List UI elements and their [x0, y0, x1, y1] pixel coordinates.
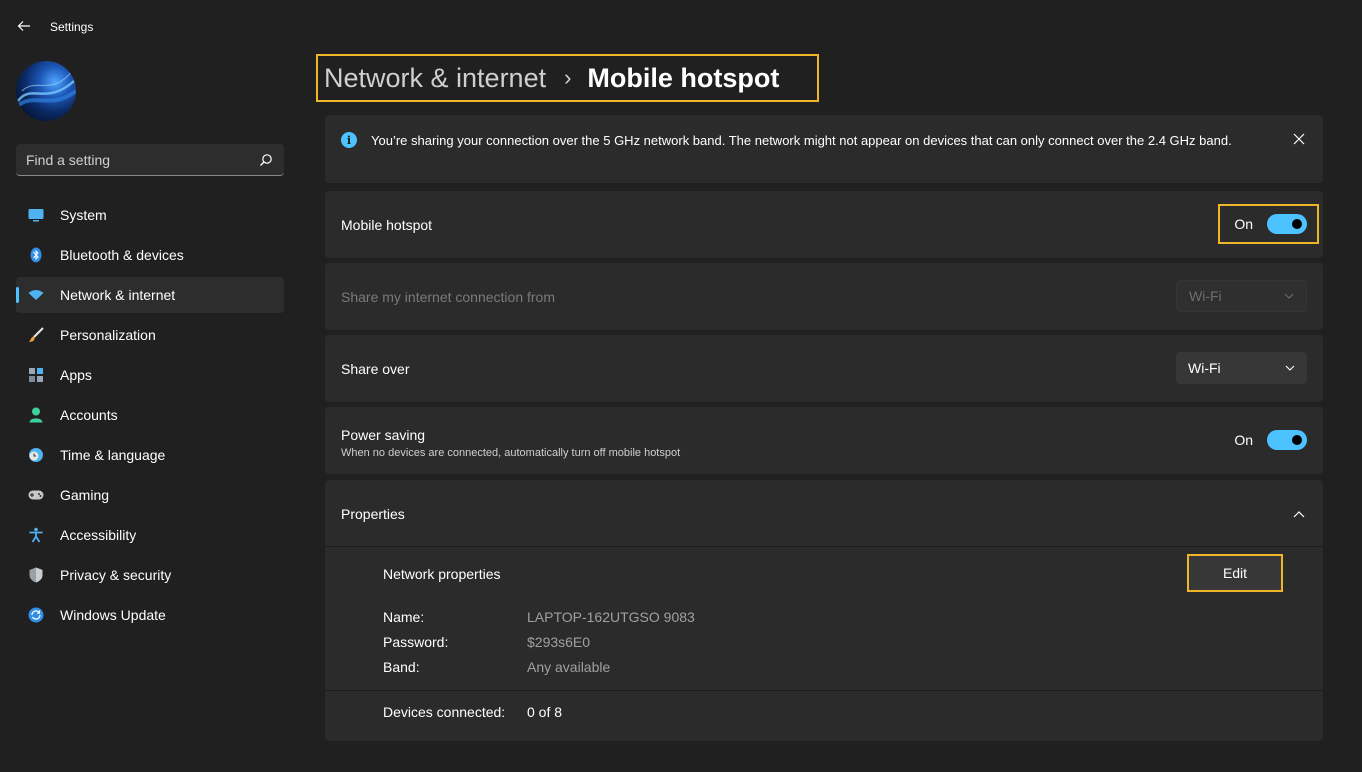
sidebar-item-accounts[interactable]: Accounts: [16, 397, 284, 433]
sidebar-item-label: Network & internet: [60, 287, 176, 303]
divider: [325, 690, 1323, 691]
sidebar-item-network[interactable]: Network & internet: [16, 277, 284, 313]
share-over-dropdown[interactable]: Wi-Fi: [1176, 352, 1307, 384]
mobile-hotspot-label: Mobile hotspot: [341, 217, 433, 233]
name-key: Name:: [383, 609, 425, 625]
close-icon[interactable]: [1291, 131, 1307, 147]
search-icon[interactable]: [258, 152, 274, 168]
dropdown-value: Wi-Fi: [1188, 360, 1221, 376]
avatar[interactable]: [16, 61, 76, 121]
sidebar-item-label: Apps: [60, 367, 92, 383]
update-icon: [28, 607, 44, 623]
gamepad-icon: [28, 487, 44, 503]
info-icon: i: [341, 132, 357, 148]
properties-title: Properties: [341, 506, 405, 522]
password-key: Password:: [383, 634, 449, 650]
chevron-down-icon: [1284, 293, 1294, 299]
sidebar-item-personalization[interactable]: Personalization: [16, 317, 284, 353]
wifi-icon: [28, 287, 44, 303]
toggle-state-label: On: [1234, 216, 1253, 232]
edit-button[interactable]: Edit: [1187, 554, 1283, 592]
sidebar-item-label: Time & language: [60, 447, 166, 463]
devices-connected-value: 0 of 8: [527, 704, 563, 720]
bluetooth-icon: [28, 247, 44, 263]
toggle-knob: [1292, 435, 1302, 445]
sidebar-item-bluetooth[interactable]: Bluetooth & devices: [16, 237, 284, 273]
power-saving-label: Power saving: [341, 427, 426, 443]
sidebar-item-label: Privacy & security: [60, 567, 172, 583]
sidebar-item-accessibility[interactable]: Accessibility: [16, 517, 284, 553]
sidebar-item-gaming[interactable]: Gaming: [16, 477, 284, 513]
share-from-label: Share my internet connection from: [341, 289, 555, 305]
password-value: $293s6E0: [527, 634, 591, 650]
sidebar-item-label: Windows Update: [60, 607, 166, 623]
clock-globe-icon: [28, 447, 44, 463]
search-box[interactable]: [16, 144, 284, 176]
toggle-state-label: On: [1234, 432, 1253, 448]
app-title: Settings: [50, 20, 94, 34]
sidebar-item-privacy[interactable]: Privacy & security: [16, 557, 284, 593]
title-bar: Settings: [0, 0, 1362, 52]
power-saving-row: Power saving When no devices are connect…: [325, 407, 1323, 474]
share-over-row: Share over Wi-Fi: [325, 335, 1323, 402]
properties-section: Properties Network properties Edit Name:…: [325, 480, 1323, 741]
mobile-hotspot-toggle[interactable]: On: [1218, 204, 1319, 244]
sidebar-item-label: Personalization: [60, 327, 156, 343]
power-saving-description: When no devices are connected, automatic…: [341, 447, 681, 459]
sidebar-item-time-language[interactable]: Time & language: [16, 437, 284, 473]
properties-header[interactable]: Properties: [325, 480, 1323, 547]
name-value: LAPTOP-162UTGSO 9083: [527, 609, 695, 625]
share-over-label: Share over: [341, 361, 410, 377]
display-icon: [28, 207, 44, 223]
brush-icon: [28, 327, 44, 343]
chevron-down-icon: [1285, 365, 1295, 371]
info-message: You’re sharing your connection over the …: [371, 133, 1232, 148]
sidebar-item-system[interactable]: System: [16, 197, 284, 233]
sidebar-nav: System Bluetooth & devices Network & int…: [16, 197, 284, 637]
sidebar-item-label: Accounts: [60, 407, 118, 423]
toggle-switch[interactable]: [1267, 214, 1307, 234]
toggle-switch[interactable]: [1267, 430, 1307, 450]
devices-connected-key: Devices connected:: [383, 704, 506, 720]
breadcrumb-parent[interactable]: Network & internet: [324, 63, 546, 94]
back-button[interactable]: [14, 16, 34, 36]
sidebar-item-label: Gaming: [60, 487, 110, 503]
dropdown-value: Wi-Fi: [1189, 288, 1222, 304]
search-input[interactable]: [26, 151, 258, 168]
mobile-hotspot-row: Mobile hotspot On: [325, 191, 1323, 258]
toggle-knob: [1292, 219, 1302, 229]
chevron-up-icon[interactable]: [1291, 506, 1307, 522]
band-value: Any available: [527, 659, 611, 675]
sidebar-item-label: Bluetooth & devices: [60, 247, 184, 263]
breadcrumb: Network & internet › Mobile hotspot: [316, 54, 819, 102]
page-title: Mobile hotspot: [587, 62, 780, 93]
avatar-swirl-icon: [16, 70, 76, 109]
accessibility-icon: [28, 527, 44, 543]
sidebar-item-apps[interactable]: Apps: [16, 357, 284, 393]
back-arrow-icon: [17, 21, 30, 31]
person-icon: [28, 407, 44, 423]
shield-icon: [28, 567, 44, 583]
power-saving-toggle[interactable]: On: [1234, 430, 1307, 450]
info-bar: i You’re sharing your connection over th…: [325, 115, 1323, 183]
apps-icon: [28, 367, 44, 383]
sidebar-item-label: System: [60, 207, 107, 223]
share-from-dropdown: Wi-Fi: [1176, 280, 1307, 312]
share-from-row: Share my internet connection from Wi-Fi: [325, 263, 1323, 330]
sidebar-item-windows-update[interactable]: Windows Update: [16, 597, 284, 633]
sidebar-item-label: Accessibility: [60, 527, 137, 543]
network-properties-label: Network properties: [383, 566, 501, 582]
breadcrumb-chevron-icon: ›: [564, 65, 572, 90]
band-key: Band:: [383, 659, 420, 675]
